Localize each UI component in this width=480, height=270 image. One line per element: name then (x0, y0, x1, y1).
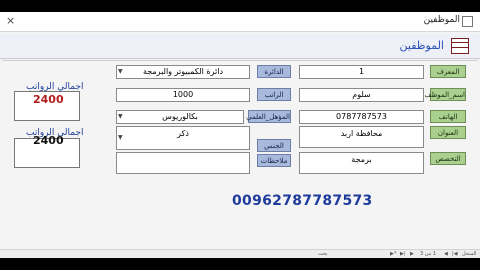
department-value: دائرة الكمبيوتر والبرمجة (142, 67, 224, 76)
qualification-value: بكالوريوس (162, 112, 198, 121)
department-dropdown[interactable]: ▼ دائرة الكمبيوتر والبرمجة (116, 65, 250, 79)
phone-field[interactable]: 0787787573 (299, 110, 424, 124)
window-titlebar: × الموظفين (0, 12, 480, 32)
label-salary: الراتب (257, 88, 291, 101)
label-phone: الهاتف (430, 110, 466, 123)
label-employee-no: المعرف (430, 65, 466, 78)
first-record-icon[interactable]: |◀ (452, 251, 458, 257)
last-record-icon[interactable]: ▶| (400, 251, 406, 257)
address-field[interactable]: محافظة اربد (299, 126, 424, 148)
label-employee-name: اسم_الموظف (424, 88, 466, 101)
chevron-down-icon[interactable]: ▼ (118, 133, 123, 143)
prev-record-icon[interactable]: ◀ (444, 251, 448, 257)
label-address: العنوان (430, 126, 466, 139)
form-icon (451, 38, 469, 54)
record-position[interactable]: 1 من 3 (420, 251, 436, 257)
close-icon[interactable]: × (6, 14, 15, 27)
gender-dropdown[interactable]: ▼ ذكر (116, 126, 250, 150)
label-gender: الجنس (257, 139, 291, 152)
access-form-window: × الموظفين الموظفين المعرف اسم_الموظف ال… (0, 12, 480, 258)
salary-field[interactable]: 1000 (116, 88, 250, 102)
qualification-dropdown[interactable]: ▼ بكالوريوس (116, 110, 244, 124)
record-label: السجل (462, 251, 477, 257)
form-title: الموظفين (399, 39, 444, 52)
search-label[interactable]: بحث (318, 251, 328, 257)
next-record-icon[interactable]: ▶ (410, 251, 414, 257)
window-title: الموظفين (423, 15, 460, 25)
header-divider (2, 60, 478, 61)
gender-value: ذكر (177, 129, 189, 138)
label-department: الدائرة (257, 65, 291, 78)
total-salaries-value-2: 2400 (33, 134, 64, 147)
employee-name-field[interactable]: سلوم (299, 88, 424, 102)
form-tab-icon (462, 16, 473, 27)
employee-no-field[interactable]: 1 (299, 65, 424, 79)
chevron-down-icon[interactable]: ▼ (118, 67, 123, 77)
label-notes: ملاحظات (257, 154, 291, 167)
record-navigation-bar: السجل |◀ ◀ 1 من 3 ▶ ▶| ▶* بحث (0, 249, 480, 258)
total-salaries-label-1: اجمالي الرواتب (26, 82, 84, 92)
chevron-down-icon[interactable]: ▼ (118, 112, 123, 122)
label-specialization: التخصص (430, 152, 466, 165)
new-record-icon[interactable]: ▶* (390, 251, 396, 257)
phone-display: 00962787787573 (232, 193, 373, 209)
specialization-field[interactable]: برمجة (299, 152, 424, 174)
notes-field[interactable] (116, 152, 250, 174)
form-header: الموظفين (0, 34, 480, 59)
label-qualification: المؤهل_العلمي (246, 110, 291, 123)
total-salaries-value-1: 2400 (33, 93, 64, 106)
